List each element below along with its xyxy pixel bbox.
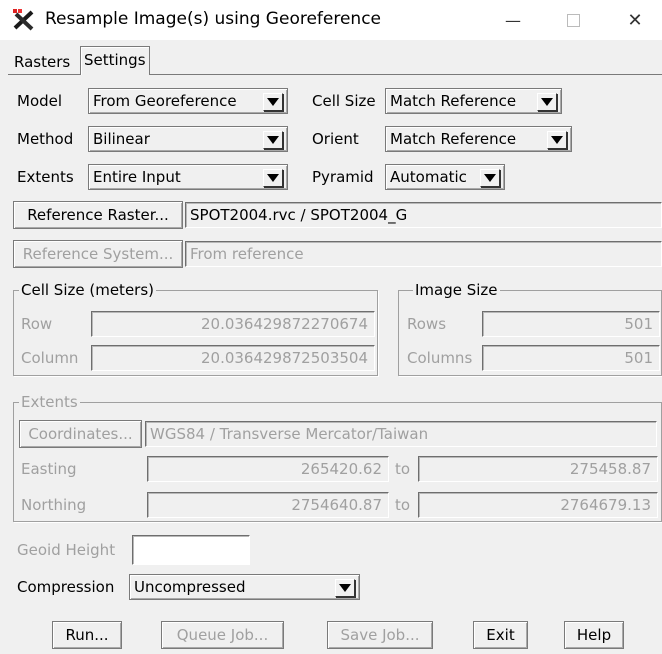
pyramid-select[interactable]: Automatic — [385, 164, 505, 190]
cell-size-value: Match Reference — [390, 92, 517, 110]
extents-select[interactable]: Entire Input — [88, 164, 288, 190]
columns-label: Columns — [407, 349, 473, 367]
extents-group-title: Extents — [19, 392, 80, 412]
compression-value: Uncompressed — [134, 578, 246, 596]
row-label: Row — [21, 315, 53, 333]
reference-system-field: From reference — [185, 241, 662, 267]
chevron-down-icon — [537, 93, 557, 111]
cell-size-select[interactable]: Match Reference — [385, 88, 562, 114]
queue-job-button[interactable]: Queue Job... — [161, 621, 284, 649]
compression-label: Compression — [17, 578, 115, 596]
extents-value: Entire Input — [93, 168, 181, 186]
easting-to-label: to — [395, 460, 411, 478]
geoid-height-field[interactable] — [132, 535, 250, 565]
maximize-button[interactable] — [550, 0, 596, 40]
model-value: From Georeference — [93, 92, 237, 110]
run-button[interactable]: Run... — [52, 621, 122, 649]
chevron-down-icon — [263, 131, 283, 149]
geoid-height-label: Geoid Height — [17, 541, 116, 559]
image-size-group-title: Image Size — [413, 280, 500, 300]
reference-system-button[interactable]: Reference System... — [13, 240, 183, 268]
pyramid-label: Pyramid — [312, 168, 374, 186]
window-title: Resample Image(s) using Georeference — [45, 9, 382, 29]
row-field: 20.036429872270674 — [91, 311, 375, 337]
northing-label: Northing — [21, 496, 87, 514]
help-button[interactable]: Help — [564, 621, 624, 649]
column-label: Column — [21, 349, 79, 367]
cell-size-group-title: Cell Size (meters) — [19, 280, 157, 300]
chevron-down-icon — [480, 169, 500, 187]
model-label: Model — [17, 92, 63, 110]
chevron-down-icon — [263, 169, 283, 187]
orient-label: Orient — [312, 130, 359, 148]
coordinates-field: WGS84 / Transverse Mercator/Taiwan — [145, 421, 657, 447]
reference-raster-field: SPOT2004.rvc / SPOT2004_G — [185, 202, 662, 228]
extents-label: Extents — [17, 168, 74, 186]
reference-raster-button[interactable]: Reference Raster... — [13, 201, 183, 229]
method-label: Method — [17, 130, 74, 148]
column-field: 20.036429872503504 — [91, 345, 375, 371]
northing-from-field: 2754640.87 — [147, 492, 389, 518]
northing-to-field: 2764679.13 — [418, 492, 658, 518]
close-button[interactable]: ✕ — [612, 0, 658, 40]
rows-label: Rows — [407, 315, 447, 333]
chevron-down-icon — [547, 131, 567, 149]
northing-to-label: to — [395, 496, 411, 514]
method-select[interactable]: Bilinear — [88, 126, 288, 152]
orient-value: Match Reference — [390, 130, 517, 148]
tab-rasters[interactable]: Rasters — [14, 51, 70, 73]
app-icon — [12, 8, 36, 32]
chevron-down-icon — [335, 579, 355, 597]
minimize-button[interactable]: — — [490, 0, 536, 40]
chevron-down-icon — [263, 93, 283, 111]
tab-settings[interactable]: Settings — [80, 46, 150, 75]
save-job-button[interactable]: Save Job... — [327, 621, 433, 649]
exit-button[interactable]: Exit — [473, 621, 528, 649]
compression-select[interactable]: Uncompressed — [129, 574, 360, 600]
rows-field: 501 — [482, 311, 660, 337]
easting-to-field: 275458.87 — [418, 456, 658, 482]
easting-from-field: 265420.62 — [147, 456, 389, 482]
method-value: Bilinear — [93, 130, 150, 148]
orient-select[interactable]: Match Reference — [385, 126, 572, 152]
pyramid-value: Automatic — [390, 168, 467, 186]
cell-size-label: Cell Size — [312, 92, 376, 110]
coordinates-button[interactable]: Coordinates... — [19, 420, 142, 448]
easting-label: Easting — [21, 460, 77, 478]
model-select[interactable]: From Georeference — [88, 88, 288, 114]
columns-field: 501 — [482, 345, 660, 371]
